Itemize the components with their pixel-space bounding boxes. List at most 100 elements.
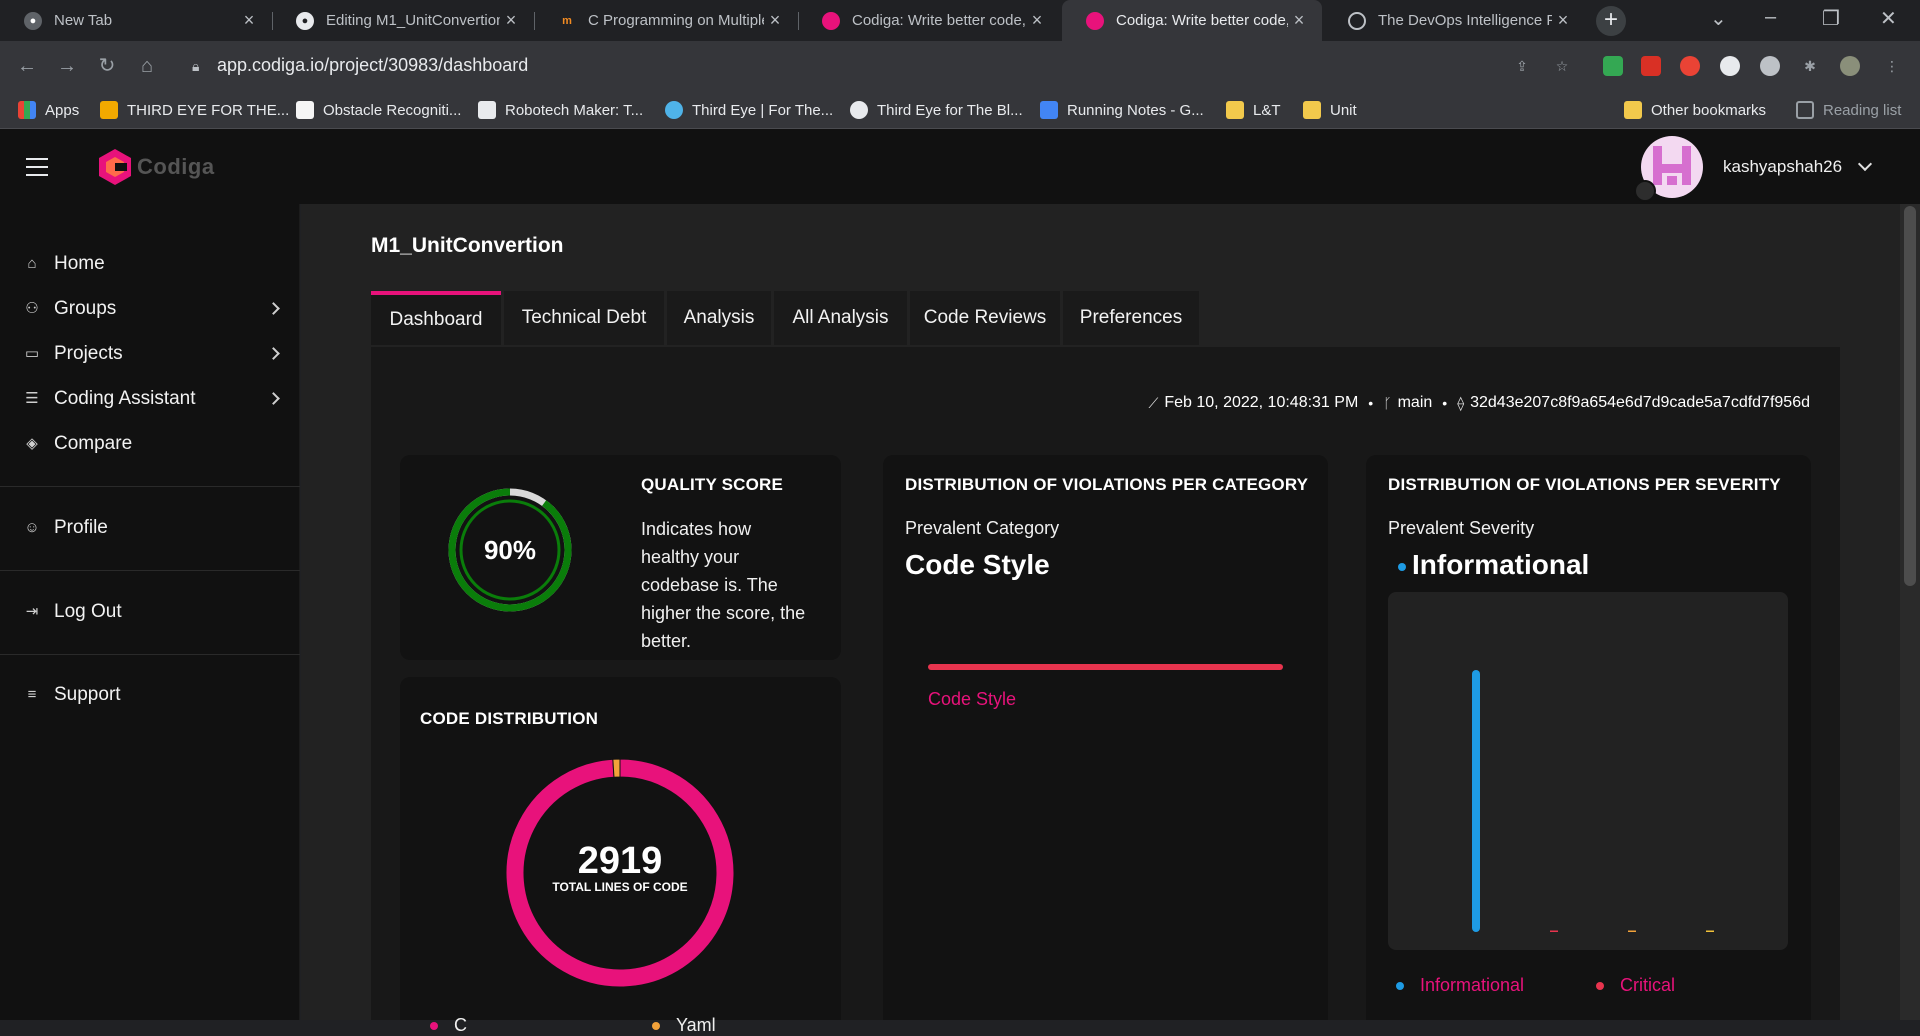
- bookmark-item[interactable]: Apps: [18, 91, 79, 129]
- sidebar-item-label: Groups: [54, 298, 117, 319]
- codiga-logo[interactable]: Codiga: [97, 148, 215, 186]
- legend-item-yaml: Yaml: [652, 1015, 716, 1036]
- close-tab-icon[interactable]: ×: [1288, 10, 1310, 31]
- extension-icon[interactable]: [1760, 56, 1780, 76]
- prevalent-category-value: Code Style: [905, 549, 1050, 580]
- close-tab-icon[interactable]: ×: [764, 10, 786, 31]
- sidebar-item-label: Home: [54, 253, 105, 274]
- bookmark-item[interactable]: L&T: [1226, 91, 1281, 129]
- extension-icon[interactable]: [1603, 56, 1623, 76]
- reading-list[interactable]: Reading list: [1796, 91, 1901, 129]
- quality-score-gauge: 90%: [448, 488, 572, 612]
- close-tab-icon[interactable]: ×: [1026, 10, 1048, 31]
- forward-icon[interactable]: →: [52, 51, 82, 81]
- sidebar-item-profile[interactable]: ☺ Profile: [0, 508, 300, 548]
- violations-severity-title: DISTRIBUTION OF VIOLATIONS PER SEVERITY: [1388, 475, 1781, 494]
- analysis-date: Feb 10, 2022, 10:48:31 PM: [1164, 394, 1359, 411]
- tab-dashboard[interactable]: Dashboard: [371, 291, 501, 345]
- bookmark-label: Unit: [1330, 101, 1357, 119]
- legend-dot: [652, 1021, 660, 1030]
- tab-code-reviews[interactable]: Code Reviews: [910, 291, 1060, 345]
- hamburger-menu-icon[interactable]: [26, 158, 48, 176]
- url-text[interactable]: app.codiga.io/project/30983/dashboard: [217, 55, 528, 76]
- branch-name: main: [1397, 394, 1433, 411]
- extension-icon[interactable]: [1641, 56, 1661, 76]
- bookmark-label: Robotech Maker: T...: [505, 101, 644, 119]
- analysis-info: ⟋ Feb 10, 2022, 10:48:31 PM • ᚴ main • ⟠…: [1149, 394, 1810, 412]
- bookmark-item[interactable]: Third Eye for The Bl...: [850, 91, 1023, 129]
- bookmark-item[interactable]: Obstacle Recogniti...: [296, 91, 461, 129]
- tab-preferences[interactable]: Preferences: [1063, 291, 1199, 345]
- back-icon[interactable]: ←: [12, 51, 42, 81]
- bookmark-label: Obstacle Recogniti...: [323, 101, 462, 119]
- code-distribution-card: CODE DISTRIBUTION 2919 TOTAL LINES OF CO…: [400, 677, 841, 1035]
- bookmark-item[interactable]: Robotech Maker: T...: [478, 91, 643, 129]
- minimize-window-icon[interactable]: –: [1765, 6, 1776, 29]
- tab-label: Code Reviews: [923, 307, 1047, 328]
- sidebar-item-coding-assistant[interactable]: ☰ Coding Assistant: [0, 379, 300, 419]
- bookmark-favicon-icon: [850, 101, 868, 119]
- tab-technical-debt[interactable]: Technical Debt: [504, 291, 664, 345]
- chevron-right-icon: [267, 347, 280, 360]
- bookmark-item[interactable]: THIRD EYE FOR THE...: [100, 91, 289, 129]
- home-browser-icon[interactable]: ⌂: [132, 51, 162, 81]
- bookmark-item[interactable]: Running Notes - G...: [1040, 91, 1204, 129]
- new-tab-button[interactable]: +: [1596, 6, 1626, 36]
- browser-tab[interactable]: ● Editing M1_UnitConvertion ×: [272, 0, 534, 41]
- browser-tab[interactable]: Codiga: Write better code, ×: [798, 0, 1060, 41]
- browser-tab[interactable]: The DevOps Intelligence Pl ×: [1324, 0, 1586, 41]
- legend-label: Informational: [1420, 975, 1525, 995]
- folder-icon: [1226, 101, 1244, 119]
- share-icon[interactable]: ⇪: [1512, 56, 1532, 76]
- sidebar-item-projects[interactable]: ▭ Projects: [0, 334, 300, 374]
- chart-line-icon: ⟋: [1148, 394, 1159, 411]
- branch-icon: ᚴ: [1383, 395, 1392, 411]
- more-options-icon[interactable]: ⋮: [1882, 56, 1902, 76]
- tab-analysis[interactable]: Analysis: [667, 291, 771, 345]
- extension-icon[interactable]: [1720, 56, 1740, 76]
- profile-avatar-icon[interactable]: [1840, 56, 1860, 76]
- tab-label: Technical Debt: [521, 307, 647, 328]
- sidebar-item-support[interactable]: ≡ Support: [0, 675, 300, 715]
- bookmark-item[interactable]: Unit: [1303, 91, 1357, 129]
- folder-icon: [1303, 101, 1321, 119]
- restore-window-icon[interactable]: ❐: [1822, 6, 1840, 31]
- browser-tab-title: New Tab: [54, 12, 113, 29]
- chevron-down-icon: [1858, 156, 1873, 172]
- browser-tab-title: Codiga: Write better code,: [852, 12, 1026, 29]
- tab-label: All Analysis: [792, 307, 889, 328]
- reload-icon[interactable]: ↻: [92, 51, 122, 81]
- sidebar-item-label: Coding Assistant: [54, 388, 196, 409]
- github-favicon-icon: ●: [296, 11, 314, 30]
- extension-icon[interactable]: [1680, 56, 1700, 76]
- tab-all-analysis[interactable]: All Analysis: [774, 291, 907, 345]
- puzzle-icon[interactable]: ✱: [1800, 56, 1820, 76]
- sidebar-item-logout[interactable]: ⇥ Log Out: [0, 592, 300, 632]
- browser-tab-title: The DevOps Intelligence Pl: [1378, 12, 1552, 29]
- sidebar-item-groups[interactable]: ⚇ Groups: [0, 289, 300, 329]
- browser-tab[interactable]: ● New Tab ×: [0, 0, 272, 41]
- browser-tab-active[interactable]: Codiga: Write better code, ×: [1062, 0, 1322, 41]
- sidebar-item-compare[interactable]: ◈ Compare: [0, 424, 300, 464]
- separator-dot: •: [1442, 395, 1448, 411]
- sidebar-item-label: Profile: [54, 517, 108, 538]
- tab-search-icon[interactable]: ⌄: [1710, 6, 1727, 31]
- close-tab-icon[interactable]: ×: [1552, 10, 1574, 31]
- close-window-icon[interactable]: ✕: [1880, 6, 1897, 31]
- bookmark-label: Reading list: [1823, 101, 1902, 119]
- browser-tab[interactable]: m C Programming on Multiple ×: [534, 0, 798, 41]
- bookmark-item[interactable]: Third Eye | For The...: [665, 91, 833, 129]
- close-tab-icon[interactable]: ×: [238, 10, 260, 31]
- user-menu[interactable]: kashyapshah26: [1641, 135, 1873, 199]
- scrollbar[interactable]: [1900, 204, 1920, 1020]
- sidebar-item-label: Support: [54, 684, 121, 705]
- scrollbar-thumb[interactable]: [1904, 206, 1916, 586]
- bookmark-star-icon[interactable]: ☆: [1552, 56, 1572, 76]
- bookmark-item[interactable]: Other bookmarks: [1624, 91, 1766, 129]
- quality-score-title: QUALITY SCORE: [641, 475, 784, 494]
- legend-label: C: [454, 1015, 467, 1035]
- codiga-favicon-icon: [822, 11, 840, 30]
- sidebar-item-home[interactable]: ⌂ Home: [0, 244, 300, 284]
- quality-score-value: 90%: [484, 535, 536, 565]
- close-tab-icon[interactable]: ×: [500, 10, 522, 31]
